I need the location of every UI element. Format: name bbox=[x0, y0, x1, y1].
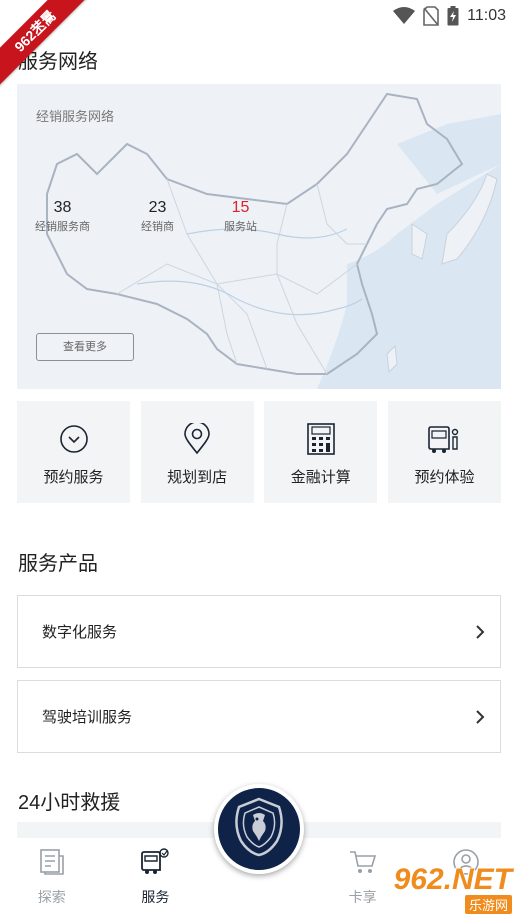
stat-value: 23 bbox=[148, 199, 167, 216]
stat-label: 经销商 bbox=[141, 221, 174, 233]
calculator-icon bbox=[305, 423, 337, 455]
corner-ribbon-badge: 962苤暠 bbox=[0, 0, 90, 90]
quick-actions: 预约服务 规划到店 金融计算 预约体验 bbox=[17, 401, 501, 503]
cart-icon bbox=[348, 848, 378, 881]
product-row-driver-training[interactable]: 驾驶培训服务 bbox=[17, 680, 501, 753]
quick-item-finance-calc[interactable]: 金融计算 bbox=[264, 401, 378, 503]
location-pin-icon bbox=[181, 423, 213, 455]
quick-label: 规划到店 bbox=[167, 469, 228, 486]
stat-dealer: 23 经销商 bbox=[141, 199, 174, 234]
no-sim-icon bbox=[423, 6, 439, 26]
clock-icon bbox=[58, 423, 90, 455]
watermark-subtext: 乐游网 bbox=[464, 895, 512, 914]
tab-label: 服务 bbox=[141, 889, 170, 905]
scania-logo-button[interactable] bbox=[214, 784, 304, 874]
quick-item-plan-visit[interactable]: 规划到店 bbox=[140, 401, 254, 503]
service-map-card[interactable]: 经销服务网络 38 经销服务商 23 经销商 15 服务站 查看更多 bbox=[17, 84, 501, 389]
wifi-icon bbox=[393, 7, 416, 25]
truck-service-icon bbox=[140, 848, 170, 881]
quick-item-book-service[interactable]: 预约服务 bbox=[17, 401, 130, 503]
chevron-right-icon bbox=[460, 624, 500, 640]
stat-label: 经销服务商 bbox=[35, 221, 90, 233]
quick-label: 金融计算 bbox=[290, 469, 351, 486]
site-watermark: 962.NET 乐游网 bbox=[394, 865, 512, 914]
battery-charging-icon bbox=[447, 6, 459, 26]
tab-label: 探索 bbox=[37, 889, 66, 905]
quick-item-book-experience[interactable]: 预约体验 bbox=[387, 401, 501, 503]
stat-value: 15 bbox=[231, 199, 250, 216]
scania-griffin-icon bbox=[227, 795, 291, 864]
stat-dealer-service: 38 经销服务商 bbox=[35, 199, 90, 234]
view-more-button[interactable]: 查看更多 bbox=[36, 333, 134, 361]
tab-explore[interactable]: 探索 bbox=[0, 838, 104, 920]
tab-service[interactable]: 服务 bbox=[104, 838, 208, 920]
stat-service-station: 15 服务站 bbox=[224, 199, 257, 234]
chevron-right-icon bbox=[460, 709, 500, 725]
status-time: 11:03 bbox=[467, 7, 506, 24]
ribbon-text: 962苤暠 bbox=[0, 0, 90, 87]
quick-label: 预约体验 bbox=[414, 469, 475, 486]
watermark-logo-text: 962.NET bbox=[393, 863, 512, 896]
rescue-title: 24小时救援 bbox=[18, 792, 121, 814]
product-label: 驾驶培训服务 bbox=[42, 709, 133, 726]
truck-driver-icon bbox=[428, 423, 460, 455]
quick-label: 预约服务 bbox=[43, 469, 104, 486]
stat-label: 服务站 bbox=[224, 221, 257, 233]
map-label: 经销服务网络 bbox=[36, 109, 115, 124]
tab-label: 卡享 bbox=[348, 889, 377, 905]
document-icon bbox=[38, 848, 66, 881]
product-label: 数字化服务 bbox=[42, 624, 118, 641]
stat-value: 38 bbox=[53, 199, 72, 216]
products-title: 服务产品 bbox=[18, 553, 98, 575]
product-row-digital-service[interactable]: 数字化服务 bbox=[17, 595, 501, 668]
